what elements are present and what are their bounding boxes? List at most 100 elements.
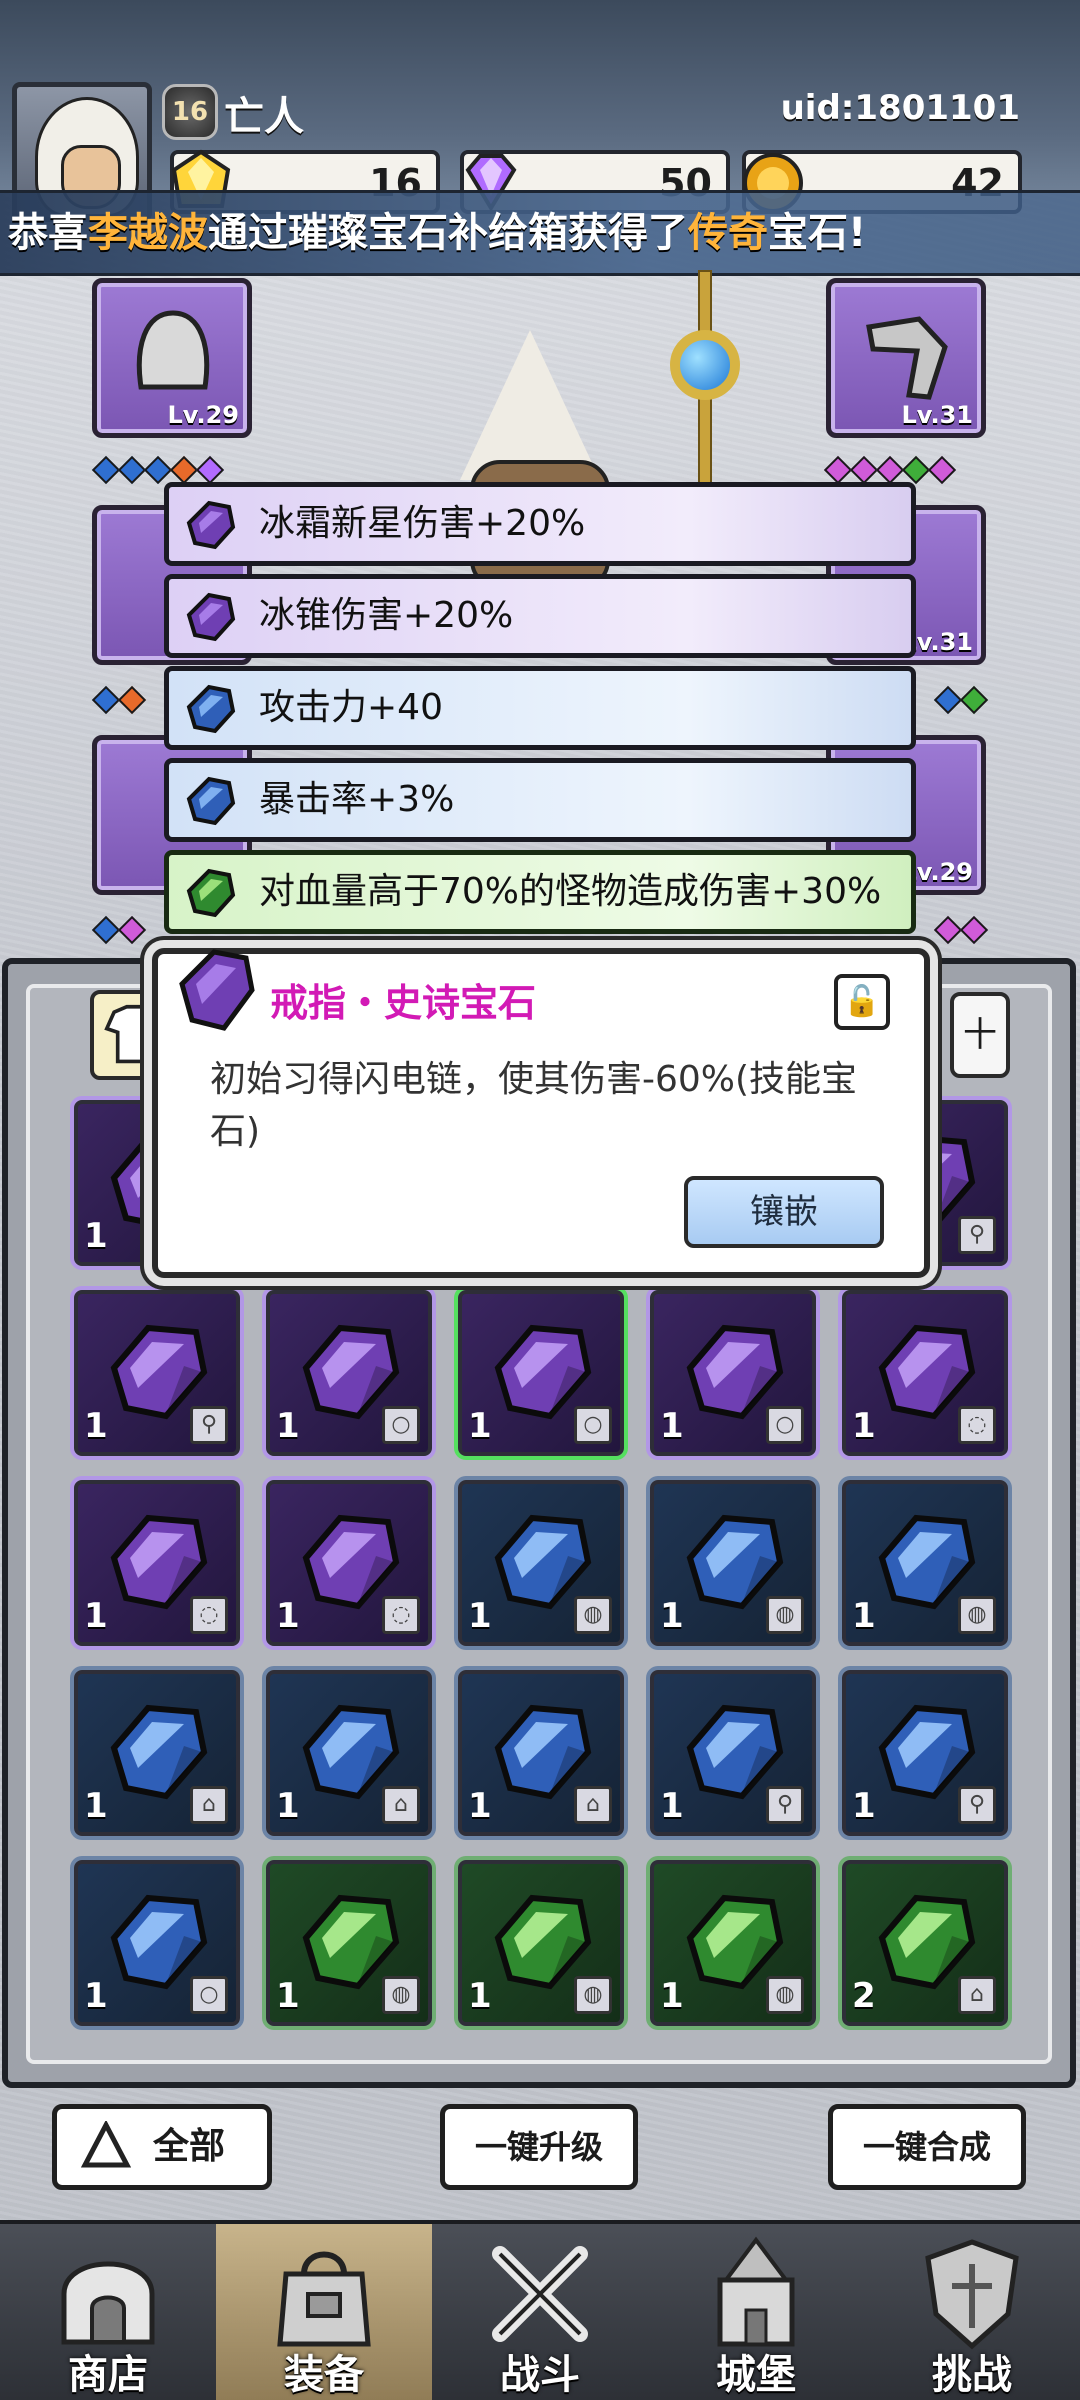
triangle-up-icon bbox=[81, 2121, 131, 2168]
socket-row-left-3 bbox=[91, 915, 147, 945]
attribute-text: 对血量高于70%的怪物造成伤害+30% bbox=[259, 871, 882, 912]
gem-slot[interactable]: 1 ◍ bbox=[458, 1860, 624, 2026]
equip-type-icon: ○ bbox=[766, 1406, 804, 1444]
gem-slot[interactable]: 1 ○ bbox=[458, 1290, 624, 1456]
gem-count: 1 bbox=[276, 1596, 300, 1636]
broadcast-rarity: 传奇 bbox=[688, 210, 768, 256]
attribute-text: 攻击力+40 bbox=[259, 687, 443, 728]
equip-type-icon: ⌂ bbox=[958, 1976, 996, 2014]
equip-type-icon: ◌ bbox=[190, 1596, 228, 1634]
equip-type-icon: ⚲ bbox=[766, 1786, 804, 1824]
purple-gem-icon bbox=[186, 500, 236, 550]
gem-slot[interactable]: 1 ◌ bbox=[842, 1290, 1008, 1456]
gem-slot[interactable]: 1 ⌂ bbox=[458, 1670, 624, 1836]
gem-count: 1 bbox=[276, 1406, 300, 1446]
gem-count: 1 bbox=[660, 1406, 684, 1446]
equipment-bag-icon bbox=[277, 2251, 371, 2347]
attribute-text: 冰锥伤害+20% bbox=[259, 595, 514, 636]
gem-count: 1 bbox=[852, 1596, 876, 1636]
gem-slot[interactable]: 1 ◍ bbox=[650, 1860, 816, 2026]
tooltip-description: 初始习得闪电链，使其伤害-60%(技能宝石) bbox=[210, 1059, 858, 1152]
gem-count: 2 bbox=[852, 1976, 876, 2016]
gem-slot[interactable]: 1 ◍ bbox=[266, 1860, 432, 2026]
nav-castle[interactable]: 城堡 bbox=[648, 2224, 864, 2400]
nav-challenge[interactable]: 挑战 bbox=[864, 2224, 1080, 2400]
filter-right-button[interactable]: 十 bbox=[950, 992, 1010, 1078]
gem-count: 1 bbox=[468, 1976, 492, 2016]
gem-attribute-list: 冰霜新星伤害+20% 冰锥伤害+20% 攻击力+40 暴击率+3% 对血量高于70%的怪… bbox=[164, 482, 916, 942]
equip-type-icon: ◌ bbox=[382, 1596, 420, 1634]
player-name: 亡人 bbox=[224, 94, 304, 140]
equip-type-icon: ⚲ bbox=[958, 1786, 996, 1824]
unlock-icon[interactable]: 🔓 bbox=[834, 974, 890, 1030]
equip-type-icon: ⌂ bbox=[190, 1786, 228, 1824]
equip-type-icon: ◍ bbox=[382, 1976, 420, 2014]
broadcast-player: 李越波 bbox=[88, 210, 208, 256]
gem-slot[interactable]: 1 ◍ bbox=[458, 1480, 624, 1646]
equip-type-icon: ⌂ bbox=[382, 1786, 420, 1824]
gem-count: 1 bbox=[84, 1406, 108, 1446]
blue-gem-icon bbox=[186, 684, 236, 734]
inlay-button[interactable]: 镶嵌 bbox=[684, 1176, 884, 1248]
shop-icon bbox=[61, 2261, 155, 2345]
broadcast-banner: 恭喜李越波通过璀璨宝石补给箱获得了传奇宝石! bbox=[0, 190, 1080, 276]
equip-slot-helmet[interactable]: Lv.29 bbox=[92, 278, 252, 438]
equip-type-icon: ◍ bbox=[766, 1596, 804, 1634]
purple-gem-icon bbox=[186, 592, 236, 642]
socket-row-right-1 bbox=[823, 455, 957, 485]
hood-icon bbox=[136, 310, 210, 390]
nav-shop[interactable]: 商店 bbox=[0, 2224, 216, 2400]
attribute-row: 冰霜新星伤害+20% bbox=[164, 482, 916, 566]
gem-slot[interactable]: 1⚲ bbox=[650, 1670, 816, 1836]
gem-count: 1 bbox=[468, 1596, 492, 1636]
attribute-row: 对血量高于70%的怪物造成伤害+30% bbox=[164, 850, 916, 934]
equip-slot-gloves[interactable]: Lv.31 bbox=[826, 278, 986, 438]
gem-slot[interactable]: 1 ◌ bbox=[266, 1480, 432, 1646]
challenge-shield-icon bbox=[925, 2239, 1019, 2350]
gem-slot[interactable]: 1 ⌂ bbox=[74, 1670, 240, 1836]
green-gem-icon bbox=[186, 868, 236, 918]
gem-count: 1 bbox=[660, 1596, 684, 1636]
player-level-badge: 16 bbox=[162, 84, 218, 140]
staff-weapon[interactable] bbox=[640, 270, 770, 490]
gem-slot[interactable]: 1 ○ bbox=[74, 1860, 240, 2026]
equip-type-icon: ⚲ bbox=[958, 1216, 996, 1254]
socket-row-left-2 bbox=[91, 685, 147, 715]
purple-gem-icon bbox=[179, 949, 255, 1031]
gem-slot[interactable]: 1⚲ bbox=[74, 1290, 240, 1456]
attribute-text: 暴击率+3% bbox=[259, 779, 455, 820]
gem-slot[interactable]: 1 ◍ bbox=[650, 1480, 816, 1646]
equip-type-icon: ◍ bbox=[574, 1976, 612, 2014]
tooltip-title: 戒指・史诗宝石 bbox=[270, 981, 537, 1025]
attribute-row: 攻击力+40 bbox=[164, 666, 916, 750]
equip-type-icon: ○ bbox=[574, 1406, 612, 1444]
gem-slot[interactable]: 1⚲ bbox=[842, 1670, 1008, 1836]
gem-slot[interactable]: 1 ◍ bbox=[842, 1480, 1008, 1646]
equip-type-icon: ⚲ bbox=[190, 1406, 228, 1444]
one-click-upgrade-button[interactable]: 一键升级 bbox=[440, 2104, 638, 2190]
one-click-merge-button[interactable]: 一键合成 bbox=[828, 2104, 1026, 2190]
attribute-text: 冰霜新星伤害+20% bbox=[259, 503, 586, 544]
gem-slot[interactable]: 1 ⌂ bbox=[266, 1670, 432, 1836]
equip-type-icon: ⌂ bbox=[574, 1786, 612, 1824]
equip-type-icon: ○ bbox=[190, 1976, 228, 2014]
gem-slot[interactable]: 1 ◌ bbox=[74, 1480, 240, 1646]
nav-battle[interactable]: 战斗 bbox=[432, 2224, 648, 2400]
equip-type-icon: ◍ bbox=[766, 1976, 804, 2014]
gem-slot[interactable]: 1 ○ bbox=[266, 1290, 432, 1456]
filter-all-button[interactable]: 全部 bbox=[52, 2104, 272, 2190]
equip-type-icon: ◍ bbox=[574, 1596, 612, 1634]
gem-count: 1 bbox=[468, 1406, 492, 1446]
gem-count: 1 bbox=[276, 1976, 300, 2016]
gem-count: 1 bbox=[852, 1786, 876, 1826]
castle-icon bbox=[717, 2236, 795, 2347]
gem-count: 1 bbox=[660, 1976, 684, 2016]
gem-slot[interactable]: 2 ⌂ bbox=[842, 1860, 1008, 2026]
equip-type-icon: ○ bbox=[382, 1406, 420, 1444]
socket-row-left-1 bbox=[91, 455, 225, 485]
gem-count: 1 bbox=[468, 1786, 492, 1826]
gem-slot[interactable]: 1 ○ bbox=[650, 1290, 816, 1456]
bracer-icon bbox=[866, 316, 948, 400]
blue-gem-icon bbox=[186, 776, 236, 826]
nav-equipment[interactable]: 装备 bbox=[216, 2224, 432, 2400]
